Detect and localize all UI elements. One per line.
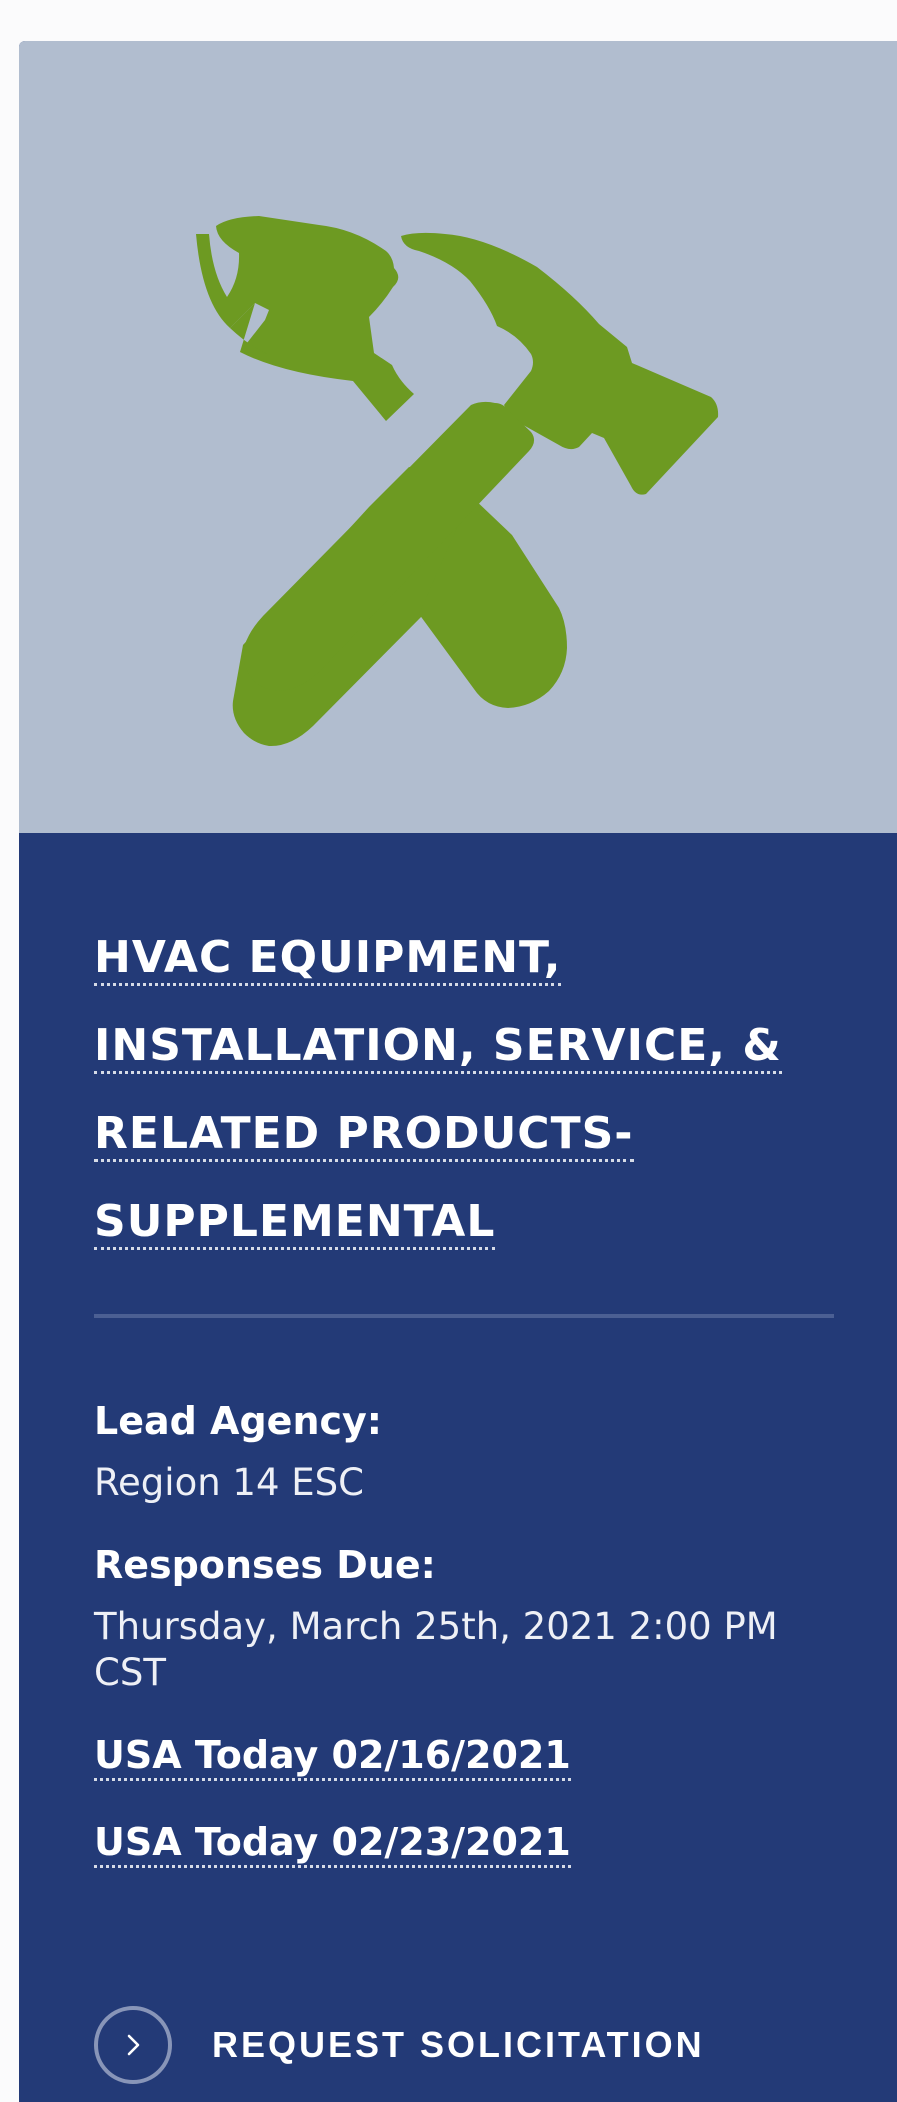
title-link[interactable]: INSTALLATION, SERVICE, &: [94, 1020, 782, 1074]
tools-icon: [196, 216, 719, 747]
card-image: [19, 41, 897, 833]
card-content: HVAC EQUIPMENT, INSTALLATION, SERVICE, &…: [94, 914, 834, 1906]
responses-due-value: Thursday, March 25th, 2021 2:00 PM CST: [94, 1605, 778, 1694]
title-line: RELATED PRODUCTS-: [94, 1108, 634, 1159]
title-link[interactable]: HVAC EQUIPMENT,: [94, 932, 562, 986]
chevron-right-icon: [127, 2034, 140, 2056]
title-line: INSTALLATION, SERVICE, &: [94, 1020, 782, 1071]
request-solicitation-label: REQUEST SOLICITATION: [212, 2024, 705, 2065]
card-title: HVAC EQUIPMENT, INSTALLATION, SERVICE, &…: [94, 914, 834, 1266]
responses-due-label: Responses Due:: [94, 1543, 436, 1587]
divider: [94, 1314, 834, 1318]
title-link[interactable]: RELATED PRODUCTS-: [94, 1108, 634, 1162]
document-link[interactable]: USA Today 02/23/2021: [94, 1819, 571, 1868]
document-link[interactable]: USA Today 02/16/2021: [94, 1732, 571, 1781]
request-solicitation-button[interactable]: REQUEST SOLICITATION: [94, 2006, 705, 2084]
lead-agency-value: Region 14 ESC: [94, 1461, 364, 1504]
title-line: SUPPLEMENTAL: [94, 1196, 496, 1247]
cta-circle: [94, 2006, 172, 2084]
title-line: HVAC EQUIPMENT,: [94, 932, 562, 983]
lead-agency-label: Lead Agency:: [94, 1399, 382, 1443]
solicitation-card: HVAC EQUIPMENT, INSTALLATION, SERVICE, &…: [19, 41, 897, 2102]
title-link[interactable]: SUPPLEMENTAL: [94, 1196, 496, 1250]
